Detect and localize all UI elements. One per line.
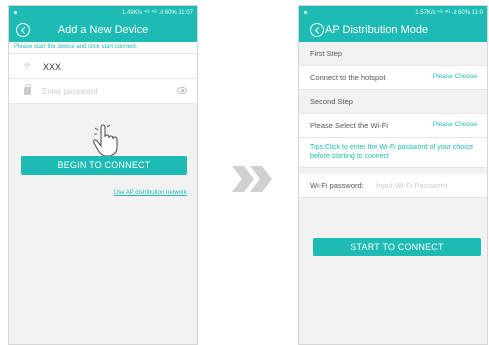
connect-hotspot-label: Connect to the hotspot: [310, 73, 386, 82]
lock-icon: [24, 83, 31, 95]
start-connect-button[interactable]: START TO CONNECT: [313, 238, 481, 256]
second-step-label: Second Step: [310, 97, 353, 106]
second-step-heading: Second Step: [299, 90, 487, 114]
wifi-name: XXX: [43, 62, 62, 72]
password-field[interactable]: Enter password: [9, 79, 197, 104]
wifi-icon: [23, 63, 31, 69]
connect-hotspot-choose[interactable]: Please Choose: [433, 73, 477, 80]
page-title: Add a New Device: [57, 24, 149, 36]
phone-add-device: 1.49K/s ⁴ᴳ ⁴ᴳ .ıl 60% 11:07 Add a New De…: [8, 5, 198, 345]
back-icon[interactable]: [310, 23, 324, 37]
header: AP Distribution Mode: [299, 20, 487, 42]
password-placeholder: Enter password: [42, 87, 98, 96]
notification-dot-icon: [14, 11, 17, 14]
tips-text: Tips:Click to enter the Wi-Fi password o…: [299, 138, 487, 168]
status-text: 1.49K/s ⁴ᴳ ⁴ᴳ .ıl 60% 11:07: [121, 10, 193, 16]
ap-distribution-link[interactable]: Use AP distribution network: [114, 190, 187, 196]
double-chevron-right-icon: [232, 166, 272, 192]
notification-dot-icon: [304, 11, 307, 14]
status-bar: 1.49K/s ⁴ᴳ ⁴ᴳ .ıl 60% 11:07: [9, 6, 197, 20]
eye-icon[interactable]: [177, 87, 187, 94]
connect-hotspot-row[interactable]: Connect to the hotspot Please Choose: [299, 66, 487, 90]
wifi-name-row[interactable]: XXX: [9, 54, 197, 79]
header: Add a New Device: [9, 20, 197, 42]
select-wifi-row[interactable]: Please Select the Wi-Fi Please Choose: [299, 114, 487, 138]
wifi-password-field[interactable]: Wi-Fi password: Input Wi-Fi Password: [299, 174, 487, 198]
wifi-password-placeholder[interactable]: Input Wi-Fi Password: [376, 181, 447, 190]
page-title: AP Distribution Mode: [325, 24, 429, 36]
first-step-heading: First Step: [299, 42, 487, 66]
instruction-text: Please start the device and click start …: [9, 42, 197, 54]
phone-ap-mode: 1.57K/s ⁴ᴳ ⁴ᴳ .ıl 60% 11:0 AP Distributi…: [298, 5, 488, 345]
pointer-hand-icon: [93, 124, 118, 157]
wifi-password-label: Wi-Fi password:: [310, 181, 364, 190]
select-wifi-label: Please Select the Wi-Fi: [310, 121, 388, 130]
first-step-label: First Step: [310, 49, 343, 58]
select-wifi-choose[interactable]: Please Choose: [433, 121, 477, 128]
begin-connect-button[interactable]: BEGIN TO CONNECT: [21, 156, 187, 175]
status-text: 1.57K/s ⁴ᴳ ⁴ᴳ .ıl 60% 11:0: [415, 10, 483, 16]
status-bar: 1.57K/s ⁴ᴳ ⁴ᴳ .ıl 60% 11:0: [299, 6, 487, 20]
